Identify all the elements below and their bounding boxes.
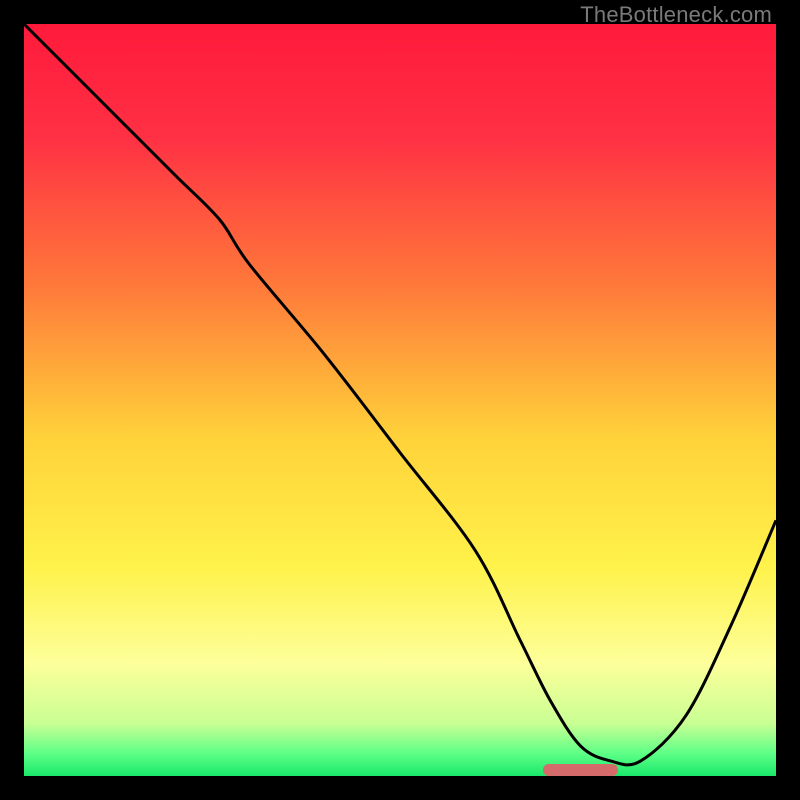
optimal-zone-marker	[543, 764, 618, 776]
watermark-text: TheBottleneck.com	[580, 2, 772, 28]
bottleneck-chart	[24, 24, 776, 776]
chart-frame	[24, 24, 776, 776]
